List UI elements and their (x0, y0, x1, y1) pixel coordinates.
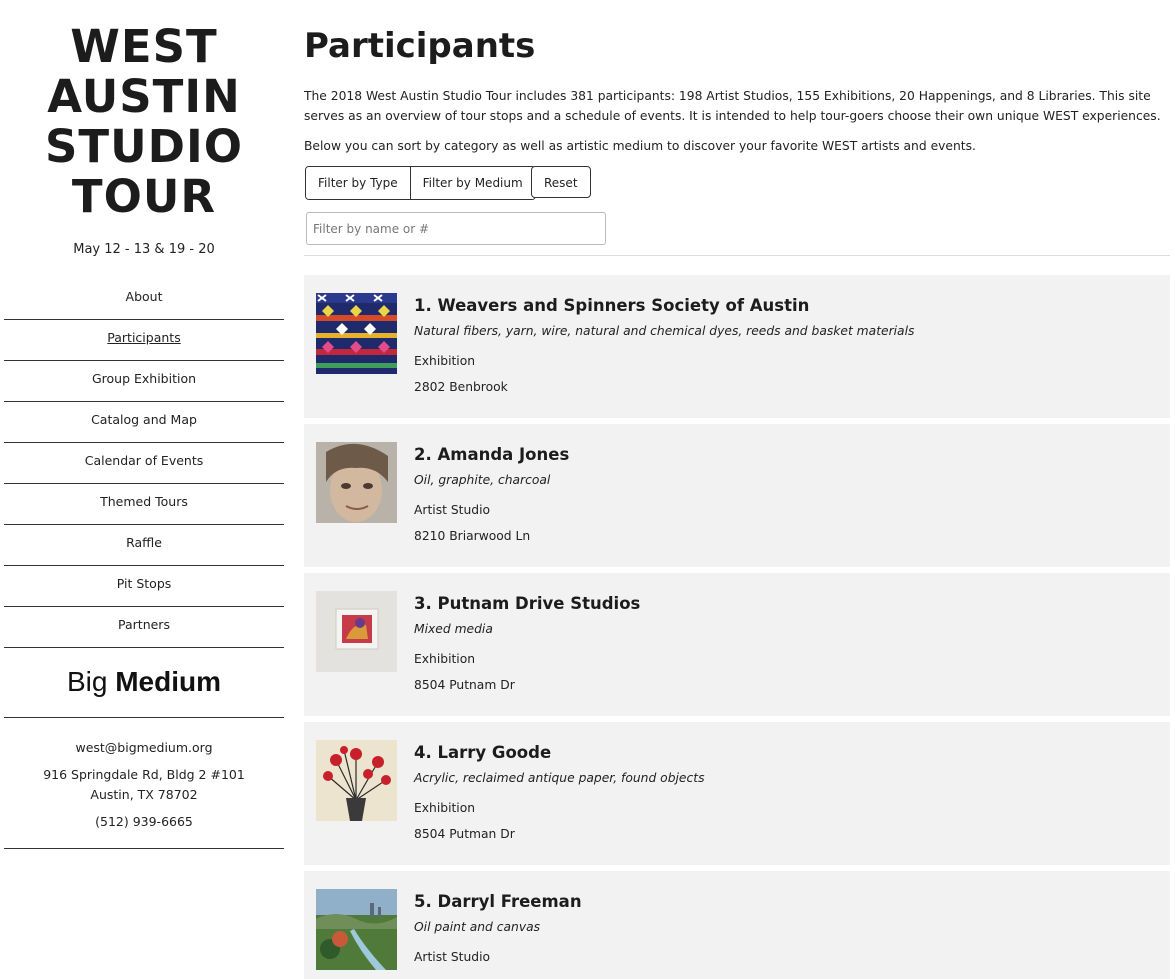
nav-item-pit-stops[interactable]: Pit Stops (4, 566, 284, 607)
nav-label: Catalog and Map (91, 412, 197, 427)
filter-by-medium-button[interactable]: Filter by Medium (409, 167, 535, 199)
participant-card[interactable]: 5. Darryl Freeman Oil paint and canvas A… (304, 871, 1170, 979)
logo-line: STUDIO (45, 120, 243, 173)
filter-button-group: Filter by Type Filter by Medium (305, 166, 536, 200)
main-nav: About Participants Group Exhibition Cata… (4, 279, 284, 648)
participant-thumbnail[interactable] (316, 293, 397, 374)
participant-address: 8210 Briarwood Ln (414, 529, 531, 543)
intro-text: The 2018 West Austin Studio Tour include… (304, 89, 1161, 123)
participant-thumbnail[interactable] (316, 442, 397, 523)
participant-medium: Oil paint and canvas (414, 920, 541, 934)
logo-line: TOUR (71, 170, 217, 223)
contact-email[interactable]: west@bigmedium.org (4, 738, 284, 758)
participant-type: Exhibition (414, 354, 476, 368)
participant-title[interactable]: 5. Darryl Freeman (414, 891, 582, 913)
participant-title[interactable]: 4. Larry Goode (414, 742, 704, 764)
participant-title[interactable]: 3. Putnam Drive Studios (414, 593, 640, 615)
divider (304, 255, 1170, 256)
participant-card[interactable]: 2. Amanda Jones Oil, graphite, charcoal … (304, 424, 1170, 567)
participant-card[interactable]: 3. Putnam Drive Studios Mixed media Exhi… (304, 573, 1170, 716)
nav-item-raffle[interactable]: Raffle (4, 525, 284, 566)
participant-card[interactable]: 1. Weavers and Spinners Society of Austi… (304, 275, 1170, 418)
intro-text-secondary: Below you can sort by category as well a… (304, 139, 976, 153)
participant-medium: Oil, graphite, charcoal (414, 473, 551, 487)
participant-medium: Acrylic, reclaimed antique paper, found … (414, 771, 705, 785)
contact-address-line1: 916 Springdale Rd, Bldg 2 #101 (43, 767, 245, 782)
sidebar: WEST AUSTIN STUDIO TOUR May 12 - 13 & 19… (4, 0, 284, 849)
search-input[interactable] (306, 212, 606, 245)
participant-details: 1. Weavers and Spinners Society of Austi… (414, 295, 914, 395)
nav-item-participants[interactable]: Participants (4, 320, 284, 361)
nav-label: Pit Stops (116, 576, 172, 591)
participant-medium: Mixed media (414, 622, 493, 636)
tour-dates: May 12 - 13 & 19 - 20 (73, 242, 215, 257)
participant-details: 2. Amanda Jones Oil, graphite, charcoal … (414, 444, 569, 544)
participant-address: 2802 Benbrook (414, 380, 508, 394)
nav-label: Themed Tours (100, 494, 188, 509)
nav-item-themed-tours[interactable]: Themed Tours (4, 484, 284, 525)
participant-details: 5. Darryl Freeman Oil paint and canvas A… (414, 891, 582, 975)
contact-address-line2: Austin, TX 78702 (90, 787, 198, 802)
logo-word: Big (66, 666, 108, 697)
nav-item-about[interactable]: About (4, 279, 284, 320)
participant-details: 4. Larry Goode Acrylic, reclaimed antiqu… (414, 742, 704, 842)
participant-type: Artist Studio (414, 950, 491, 964)
participant-type: Artist Studio (414, 503, 491, 517)
participant-type: Exhibition (414, 801, 476, 815)
participant-address: 8504 Putman Dr (414, 827, 515, 841)
nav-item-catalog-and-map[interactable]: Catalog and Map (4, 402, 284, 443)
filter-controls: Filter by Type Filter by Medium Reset (304, 166, 1170, 200)
participant-title[interactable]: 2. Amanda Jones (414, 444, 569, 466)
participant-thumbnail[interactable] (316, 591, 397, 672)
main-content: Participants The 2018 West Austin Studio… (304, 0, 1170, 979)
nav-label: About (125, 289, 163, 304)
nav-label: Participants (107, 330, 181, 345)
participant-title[interactable]: 1. Weavers and Spinners Society of Austi… (414, 295, 914, 317)
participant-list: 1. Weavers and Spinners Society of Austi… (304, 275, 1170, 979)
logo-line: AUSTIN (47, 70, 241, 123)
logo-line: WEST (70, 20, 218, 73)
reset-button[interactable]: Reset (531, 166, 591, 198)
nav-label: Raffle (126, 535, 162, 550)
nav-label: Calendar of Events (84, 453, 204, 468)
participant-thumbnail[interactable] (316, 740, 397, 821)
nav-label: Partners (118, 617, 170, 632)
participant-type: Exhibition (414, 652, 476, 666)
participant-details: 3. Putnam Drive Studios Mixed media Exhi… (414, 593, 640, 693)
nav-item-group-exhibition[interactable]: Group Exhibition (4, 361, 284, 402)
participant-card[interactable]: 4. Larry Goode Acrylic, reclaimed antiqu… (304, 722, 1170, 865)
filter-by-type-button[interactable]: Filter by Type (306, 167, 410, 199)
logo-word: Medium (115, 666, 222, 697)
site-logo[interactable]: WEST AUSTIN STUDIO TOUR (4, 22, 284, 222)
contact-phone[interactable]: (512) 939-6665 (4, 812, 284, 832)
participant-medium: Natural fibers, yarn, wire, natural and … (414, 324, 915, 338)
nav-item-partners[interactable]: Partners (4, 607, 284, 648)
nav-label: Group Exhibition (91, 371, 197, 386)
page-title: Participants (304, 26, 536, 66)
participant-address: 8504 Putnam Dr (414, 678, 515, 692)
big-medium-logo[interactable]: Big Medium (4, 648, 284, 718)
contact-info: west@bigmedium.org 916 Springdale Rd, Bl… (4, 718, 284, 849)
participant-thumbnail[interactable] (316, 889, 397, 970)
nav-item-calendar-of-events[interactable]: Calendar of Events (4, 443, 284, 484)
